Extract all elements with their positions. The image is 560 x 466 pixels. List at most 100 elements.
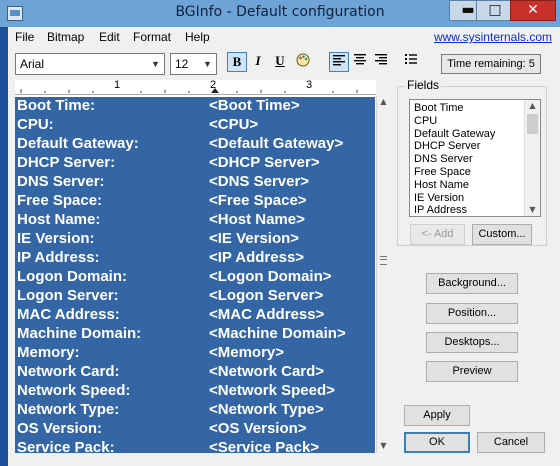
menu-file[interactable]: File xyxy=(15,30,34,44)
field-placeholder: <DNS Server> xyxy=(209,173,310,190)
close-button[interactable]: ✕ xyxy=(510,0,556,21)
bullet-list-icon xyxy=(405,54,417,64)
field-placeholder: <Logon Domain> xyxy=(209,268,332,285)
field-placeholder: <Free Space> xyxy=(209,192,307,209)
font-size-select[interactable]: 12 ▼ xyxy=(170,53,217,75)
position-button[interactable]: Position... xyxy=(426,303,518,324)
menu-help[interactable]: Help xyxy=(185,30,210,44)
scroll-down-icon[interactable]: ▼ xyxy=(377,439,390,453)
field-label: OS Version: xyxy=(17,420,103,437)
ruler-ticks xyxy=(20,88,358,93)
field-placeholder: <CPU> xyxy=(209,116,259,133)
field-list-item[interactable]: CPU xyxy=(414,115,437,128)
field-placeholder: <DHCP Server> xyxy=(209,154,320,171)
maximize-button[interactable]: □ xyxy=(476,0,514,21)
custom-field-button[interactable]: Custom... xyxy=(472,224,532,245)
field-label: Host Name: xyxy=(17,211,101,228)
field-placeholder: <Memory> xyxy=(209,344,285,361)
field-label: CPU: xyxy=(17,116,54,133)
menu-format[interactable]: Format xyxy=(133,30,171,44)
underline-button[interactable]: U xyxy=(270,52,290,72)
align-left-icon xyxy=(333,55,345,66)
fields-list[interactable]: Boot Time CPU Default Gateway DHCP Server DN… xyxy=(409,99,541,217)
ruler-mark: 3 xyxy=(306,79,313,91)
cancel-button[interactable]: Cancel xyxy=(477,432,545,453)
field-placeholder: <Network Speed> xyxy=(209,382,335,399)
field-label: Network Speed: xyxy=(17,382,131,399)
scroll-up-icon[interactable]: ▲ xyxy=(525,100,540,112)
field-label: Free Space: xyxy=(17,192,103,209)
preview-button[interactable]: Preview xyxy=(426,361,518,382)
field-placeholder: <Network Card> xyxy=(209,363,325,380)
add-field-button[interactable]: <- Add xyxy=(410,224,465,245)
field-placeholder: <MAC Address> xyxy=(209,306,325,323)
align-right-button[interactable] xyxy=(371,52,391,72)
title-bar: BGInfo - Default configuration ▬ □ ✕ xyxy=(0,0,560,27)
align-left-button[interactable] xyxy=(329,52,349,72)
field-label: DNS Server: xyxy=(17,173,105,190)
field-label: Service Pack: xyxy=(17,439,115,453)
field-label: Network Type: xyxy=(17,401,120,418)
ruler: 1 2 3 xyxy=(15,79,376,95)
field-list-item[interactable]: DNS Server xyxy=(414,153,473,166)
menu-bitmap[interactable]: Bitmap xyxy=(47,30,84,44)
field-placeholder: <Machine Domain> xyxy=(209,325,346,342)
field-placeholder: <Host Name> xyxy=(209,211,305,228)
field-label: Network Card: xyxy=(17,363,120,380)
field-label: DHCP Server: xyxy=(17,154,116,171)
field-label: IE Version: xyxy=(17,230,95,247)
rich-text-editor[interactable]: Boot Time: <Boot Time> CPU: <CPU> Default Ga… xyxy=(15,95,390,453)
field-list-item[interactable]: Default Gateway xyxy=(414,128,495,141)
italic-button[interactable]: I xyxy=(248,52,268,72)
ruler-mark: 2 xyxy=(210,79,217,91)
fields-group-label: Fields xyxy=(405,78,442,92)
background-button[interactable]: Background... xyxy=(426,273,518,294)
field-list-item[interactable]: IE Version xyxy=(414,192,464,205)
font-name-value: Arial xyxy=(20,57,45,71)
field-label: Machine Domain: xyxy=(17,325,142,342)
time-remaining-counter: Time remaining: 5 xyxy=(441,54,541,74)
align-right-icon xyxy=(375,54,387,65)
sysinternals-link[interactable]: www.sysinternals.com xyxy=(434,30,552,44)
ok-button[interactable]: OK xyxy=(404,432,470,453)
field-list-item[interactable]: DHCP Server xyxy=(414,140,480,153)
field-list-item[interactable]: Boot Time xyxy=(414,102,464,115)
align-center-icon xyxy=(354,54,366,65)
field-label: Boot Time: xyxy=(17,97,96,114)
scroll-thumb[interactable] xyxy=(527,114,538,134)
field-list-item[interactable]: Host Name xyxy=(414,179,469,192)
field-placeholder: <Default Gateway> xyxy=(209,135,344,152)
field-label: Memory: xyxy=(17,344,80,361)
chevron-down-icon: ▼ xyxy=(151,59,160,69)
scroll-thumb-grip-icon[interactable] xyxy=(380,256,387,265)
font-size-value: 12 xyxy=(175,57,189,71)
field-placeholder: <IE Version> xyxy=(209,230,300,247)
ruler-mark: 1 xyxy=(114,79,121,91)
field-placeholder: <OS Version> xyxy=(209,420,307,437)
bold-button[interactable]: B xyxy=(227,52,247,72)
bullets-button[interactable] xyxy=(401,52,421,72)
field-label: IP Address: xyxy=(17,249,100,266)
editor-scrollbar[interactable]: ▲ ▼ xyxy=(376,95,390,453)
menu-edit[interactable]: Edit xyxy=(99,30,120,44)
field-label: Logon Server: xyxy=(17,287,119,304)
apply-button[interactable]: Apply xyxy=(404,405,470,426)
field-placeholder: <Network Type> xyxy=(209,401,324,418)
field-placeholder: <IP Address> xyxy=(209,249,305,266)
desktops-button[interactable]: Desktops... xyxy=(426,332,518,353)
font-name-select[interactable]: Arial ▼ xyxy=(15,53,165,75)
align-center-button[interactable] xyxy=(350,52,370,72)
field-list-item[interactable]: IP Address xyxy=(414,204,467,216)
field-placeholder: <Service Pack> xyxy=(209,439,320,453)
client-area: File Bitmap Edit Format Help www.sysinte… xyxy=(8,27,560,466)
scroll-down-icon[interactable]: ▼ xyxy=(525,204,540,216)
field-list-item[interactable]: Free Space xyxy=(414,166,471,179)
field-label: Logon Domain: xyxy=(17,268,127,285)
field-placeholder: <Logon Server> xyxy=(209,287,324,304)
field-label: MAC Address: xyxy=(17,306,120,323)
palette-icon xyxy=(296,53,310,67)
color-palette-button[interactable] xyxy=(293,52,313,72)
fields-scrollbar[interactable]: ▲ ▼ xyxy=(524,100,540,216)
chevron-down-icon: ▼ xyxy=(203,59,212,69)
scroll-up-icon[interactable]: ▲ xyxy=(377,95,390,109)
